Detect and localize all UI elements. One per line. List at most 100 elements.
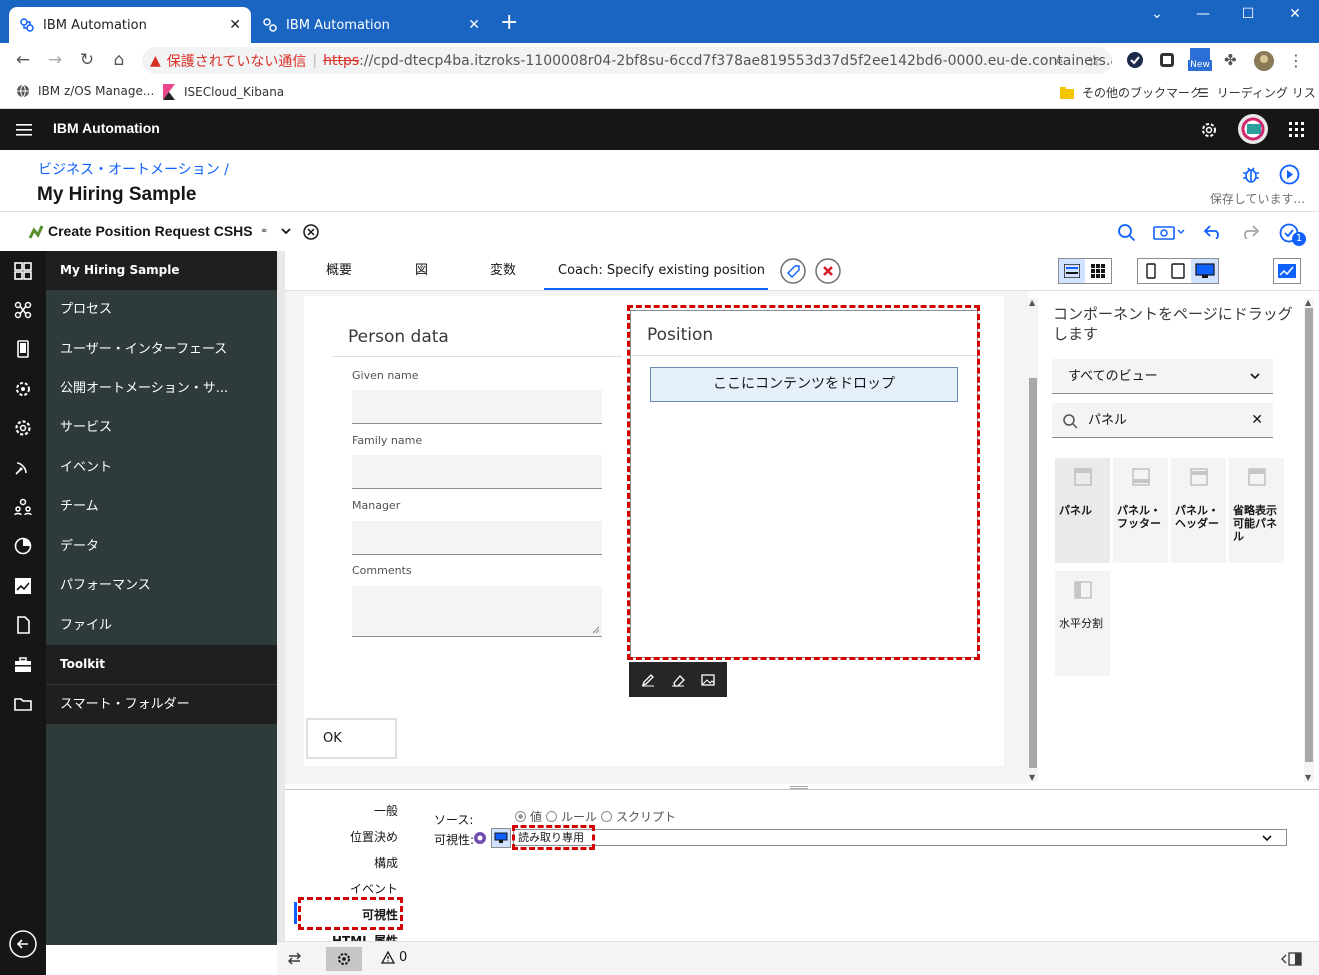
toolbox-icon[interactable]: [14, 656, 32, 674]
extension-cookie-icon[interactable]: [1158, 51, 1176, 69]
radio-script[interactable]: [601, 811, 613, 822]
tab-search-icon[interactable]: ⌄: [1142, 6, 1172, 22]
search-icon[interactable]: [1117, 223, 1136, 242]
nav-resize-divider[interactable]: [277, 251, 285, 941]
ok-button[interactable]: OK: [306, 718, 397, 759]
nav-item-data[interactable]: データ: [46, 527, 277, 566]
satellite-icon[interactable]: [14, 459, 32, 477]
close-icon[interactable]: ✕: [229, 17, 241, 33]
breadcrumb[interactable]: ビジネス・オートメーション /: [38, 159, 229, 179]
reload-icon[interactable]: ↻: [76, 49, 98, 71]
undo-icon[interactable]: [1203, 225, 1223, 239]
prop-section-general[interactable]: 一般: [374, 802, 398, 819]
delete-icon[interactable]: [815, 258, 841, 284]
nav-item-project[interactable]: My Hiring Sample: [46, 251, 277, 290]
gear-network-icon[interactable]: [14, 380, 32, 398]
given-name-field[interactable]: [352, 390, 602, 424]
component-collapsible-panel[interactable]: 省略表示 可能パネ ル: [1229, 458, 1284, 563]
visibility-inherit-icon[interactable]: [473, 831, 487, 845]
close-circle-icon[interactable]: [303, 224, 319, 240]
tab-diagram[interactable]: 図: [415, 251, 428, 290]
new-tab-button[interactable]: +: [500, 12, 518, 34]
radio-value[interactable]: [515, 811, 526, 822]
collapse-nav-icon[interactable]: [9, 930, 37, 958]
visibility-desktop-icon[interactable]: [491, 828, 511, 848]
prop-section-html-attributes[interactable]: HTML 属性: [332, 931, 398, 941]
nav-item-events[interactable]: イベント: [46, 448, 277, 487]
manager-field[interactable]: [352, 521, 602, 555]
layout-view-toggle[interactable]: [1058, 258, 1112, 284]
form-layout-icon[interactable]: [1059, 259, 1085, 283]
run-play-icon[interactable]: [1279, 164, 1300, 185]
family-name-field[interactable]: [352, 455, 602, 489]
view-filter-dropdown[interactable]: すべてのビュー: [1052, 359, 1273, 394]
edit-pencil-icon[interactable]: [641, 673, 655, 687]
image-icon[interactable]: [701, 673, 715, 687]
component-horizontal-split[interactable]: 水平分割: [1055, 571, 1110, 676]
tab-variables[interactable]: 変数: [490, 251, 516, 290]
extension-new-icon[interactable]: New: [1188, 48, 1212, 71]
canvas-scrollbar[interactable]: ▲ ▼: [1028, 298, 1038, 782]
browser-tab[interactable]: IBM Automation ✕: [252, 7, 490, 43]
radio-rule[interactable]: [546, 811, 558, 822]
scroll-up-icon[interactable]: ▲: [1029, 298, 1035, 307]
component-panel-header[interactable]: パネル・ ヘッダー: [1171, 458, 1226, 563]
component-panel[interactable]: パネル: [1055, 458, 1110, 563]
zoom-icon[interactable]: ⌕: [1055, 51, 1073, 69]
folder-icon[interactable]: [14, 695, 32, 713]
snapshot-camera-icon[interactable]: [1153, 224, 1187, 240]
gear-icon[interactable]: [14, 419, 32, 437]
nav-item-files[interactable]: ファイル: [46, 606, 277, 645]
home-icon[interactable]: ⌂: [108, 49, 130, 71]
preview-chart-icon[interactable]: [1273, 258, 1301, 284]
tab-coach[interactable]: Coach: Specify existing position: [544, 251, 768, 313]
prop-section-positioning[interactable]: 位置決め: [350, 828, 398, 845]
nav-item-process[interactable]: プロセス: [46, 290, 277, 329]
extension-check-icon[interactable]: [1126, 51, 1144, 69]
scroll-up-icon[interactable]: ▲: [1305, 298, 1311, 307]
process-icon[interactable]: [14, 301, 32, 319]
pie-icon[interactable]: [14, 537, 32, 555]
nav-item-toolkit[interactable]: Toolkit: [46, 645, 277, 684]
tag-icon[interactable]: [780, 258, 806, 284]
window-close-icon[interactable]: ✕: [1280, 6, 1310, 22]
component-panel-footer[interactable]: パネル・ フッター: [1113, 458, 1168, 563]
person-panel-title[interactable]: Person data: [348, 327, 449, 347]
bookmark-item[interactable]: ISECloud_Kibana: [162, 84, 284, 100]
grid-layout-icon[interactable]: [1085, 259, 1111, 283]
nav-item-smart-folders[interactable]: スマート・フォルダー: [46, 685, 277, 724]
minimize-icon[interactable]: —: [1188, 6, 1218, 22]
swap-icon[interactable]: [287, 951, 302, 966]
url-input[interactable]: ▲ 保護されていない通信 | https://cpd-dtecp4ba.itzr…: [142, 47, 1112, 74]
desktop-view-icon[interactable]: [1191, 259, 1219, 283]
properties-resize-handle[interactable]: [790, 786, 808, 789]
visibility-select[interactable]: 読み取り専用: [513, 829, 1287, 846]
nav-item-services[interactable]: サービス: [46, 408, 277, 447]
palette-scrollbar[interactable]: ▲ ▼: [1304, 298, 1314, 782]
other-bookmarks[interactable]: その他のブックマーク: [1060, 84, 1202, 101]
debug-bug-icon[interactable]: [1241, 165, 1261, 185]
app-switcher-icon[interactable]: [1289, 122, 1305, 138]
comments-textarea[interactable]: [352, 586, 602, 637]
device-view-toggle[interactable]: [1137, 258, 1219, 284]
eraser-icon[interactable]: [671, 673, 685, 687]
chart-icon[interactable]: [14, 577, 32, 595]
browser-menu-icon[interactable]: ⋮: [1288, 51, 1306, 70]
prop-section-configuration[interactable]: 構成: [374, 854, 398, 871]
tab-overview[interactable]: 概要: [326, 251, 352, 290]
bookmark-item[interactable]: IBM z/OS Manage...: [16, 84, 154, 98]
chevron-down-icon[interactable]: [280, 225, 292, 237]
browser-tab[interactable]: IBM Automation ✕: [9, 7, 251, 43]
collapse-panel-icon[interactable]: [1281, 951, 1303, 967]
user-avatar[interactable]: [1238, 114, 1268, 144]
canvas-scrollbar-thumb[interactable]: [1029, 378, 1037, 768]
palette-scrollbar-thumb[interactable]: [1305, 308, 1313, 762]
tablet-view-icon[interactable]: [1165, 259, 1192, 283]
profile-avatar[interactable]: [1254, 51, 1274, 71]
prop-section-events[interactable]: イベント: [350, 880, 398, 897]
app-name[interactable]: IBM Automation: [53, 120, 160, 136]
settings-gear-icon[interactable]: [326, 947, 362, 971]
scroll-down-icon[interactable]: ▼: [1305, 773, 1311, 782]
dashboard-icon[interactable]: [14, 262, 32, 280]
settings-icon[interactable]: [1200, 121, 1218, 139]
